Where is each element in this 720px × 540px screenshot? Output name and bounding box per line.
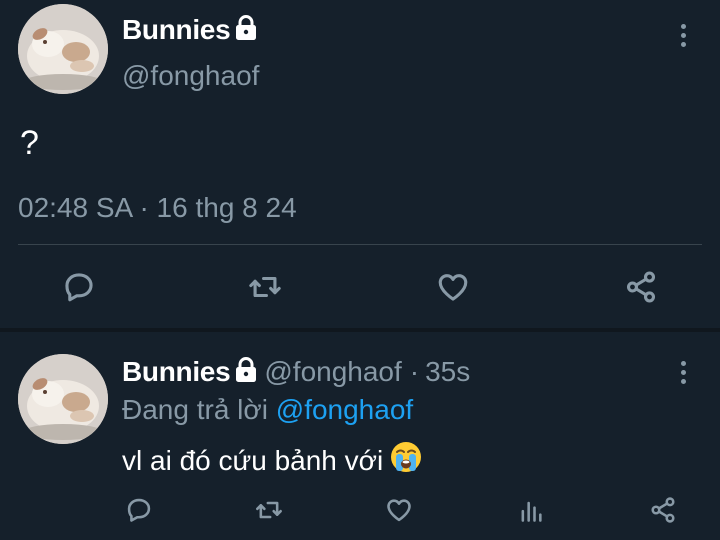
reply-body: vl ai đó cứu bảnh với [122,440,423,481]
reply-retweet-button[interactable] [252,494,286,526]
display-name[interactable]: Bunnies [122,14,231,46]
crying-face-emoji [389,440,423,481]
reply-button[interactable] [58,266,100,308]
user-handle[interactable]: @fonghaof [122,60,259,92]
share-button[interactable] [620,266,662,308]
separator: · [139,192,149,223]
reply-handle[interactable]: @fonghaof [264,356,401,388]
reply-text: vl ai đó cứu bảnh với [122,444,384,476]
more-vertical-icon[interactable] [668,357,698,387]
tweet-text: ? [20,124,39,162]
retweet-icon [249,276,281,298]
reply-header[interactable]: Bunnies @fonghaof · 35s [122,356,470,388]
more-vertical-icon[interactable] [668,20,698,50]
replying-prefix: Đang trả lời [122,394,268,425]
reply-avatar[interactable] [18,354,108,444]
reply-age: 35s [425,356,471,387]
comment-icon [65,273,93,302]
section-divider [0,328,720,332]
reply-analytics-button[interactable] [514,494,548,526]
reply-display-name[interactable]: Bunnies [122,356,231,388]
replying-to: Đang trả lời @fonghaof [122,394,413,426]
replying-to-handle[interactable]: @fonghaof [276,394,413,425]
avatar[interactable] [18,4,108,94]
tweet-date: 16 thg 8 24 [156,192,297,223]
reply-like-button[interactable] [382,494,416,526]
share-icon [651,497,675,523]
heart-icon [387,499,411,522]
share-icon [626,271,656,303]
separator: · [409,356,420,387]
tweet-time: 02:48 SA [18,192,132,223]
like-button[interactable] [432,266,474,308]
retweet-button[interactable] [244,266,286,308]
lock-icon [234,14,258,46]
lock-icon [234,356,258,388]
tweet-timestamp[interactable]: 02:48 SA · 16 thg 8 24 [18,192,297,224]
comment-icon [127,498,151,522]
divider [18,244,702,245]
author-name-row[interactable]: Bunnies [122,12,258,48]
reply-share-button[interactable] [646,494,680,526]
reply-reply-button[interactable] [122,494,156,526]
analytics-icon [521,501,542,522]
retweet-icon [256,501,282,519]
heart-icon [438,274,468,301]
